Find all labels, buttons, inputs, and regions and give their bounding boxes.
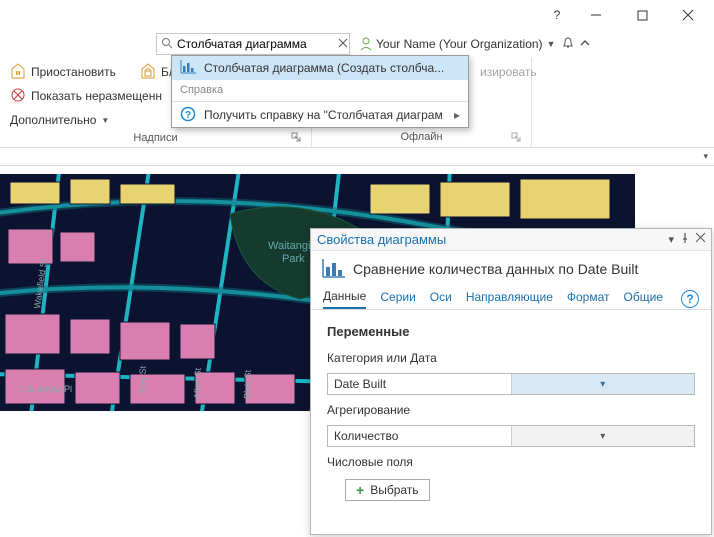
- user-icon: [360, 37, 372, 51]
- category-select[interactable]: Date Built ▾: [327, 373, 695, 395]
- minimize-button[interactable]: [574, 1, 618, 29]
- help-button[interactable]: ?: [542, 1, 572, 29]
- section-variables: Переменные: [327, 324, 695, 339]
- svg-text:?: ?: [185, 110, 191, 121]
- suggestion-bar-chart[interactable]: Столбчатая диаграмма (Создать столбча...: [172, 56, 468, 80]
- aggregation-value: Количество: [328, 429, 511, 443]
- group-labels-label: Надписи: [133, 132, 177, 144]
- choose-label: Выбрать: [370, 483, 418, 497]
- command-search[interactable]: [156, 33, 350, 55]
- tab-general[interactable]: Общие: [624, 290, 663, 308]
- suggestion-label: Столбчатая диаграмма (Создать столбча...: [204, 61, 444, 75]
- aggregation-select[interactable]: Количество ▾: [327, 425, 695, 447]
- dialog-launcher-icon[interactable]: [291, 132, 301, 145]
- pane-menu-icon[interactable]: ▾: [668, 233, 674, 246]
- chevron-right-icon: ▸: [454, 108, 460, 122]
- unplaced-label: Показать неразмещенн: [31, 89, 162, 103]
- lock-icon: [140, 63, 156, 82]
- pane-title: Свойства диаграммы: [317, 232, 446, 247]
- quick-access-bar: ▾: [0, 148, 714, 166]
- search-suggestions-dropdown: Столбчатая диаграмма (Создать столбча...…: [171, 55, 469, 128]
- chevron-down-icon: ▼: [101, 116, 109, 125]
- numeric-fields-label: Числовые поля: [327, 455, 695, 469]
- divider: [172, 101, 468, 102]
- category-value: Date Built: [328, 377, 511, 391]
- user-label: Your Name (Your Organization): [376, 37, 543, 51]
- window-titlebar: ?: [0, 0, 714, 30]
- pane-tabs: Данные Серии Оси Направляющие Формат Общ…: [311, 283, 711, 310]
- svg-text:Allen St: Allen St: [192, 367, 203, 399]
- svg-text:Courtenay Pl: Courtenay Pl: [20, 384, 72, 394]
- tab-format[interactable]: Формат: [567, 290, 610, 308]
- tab-guides[interactable]: Направляющие: [466, 290, 553, 308]
- unplaced-icon: [10, 87, 26, 106]
- svg-text:Blair St: Blair St: [242, 369, 253, 399]
- svg-text:Park: Park: [282, 253, 305, 265]
- close-pane-icon[interactable]: [696, 233, 705, 246]
- chevron-down-icon[interactable]: ▾: [703, 151, 708, 162]
- chart-title: Сравнение количества данных по Date Buil…: [353, 261, 638, 277]
- tab-data[interactable]: Данные: [323, 289, 366, 309]
- svg-text:Tory St: Tory St: [137, 365, 148, 394]
- plus-icon: +: [356, 483, 364, 497]
- aggregation-label: Агрегирование: [327, 403, 695, 417]
- collapse-ribbon-icon[interactable]: [579, 37, 591, 52]
- maximize-button[interactable]: [620, 1, 664, 29]
- pause-icon: [10, 63, 26, 82]
- pause-label: Приостановить: [31, 65, 116, 79]
- tab-axes[interactable]: Оси: [430, 290, 452, 308]
- chevron-down-icon[interactable]: ▾: [511, 374, 695, 394]
- chevron-down-icon[interactable]: ▾: [511, 426, 695, 446]
- help-label: Получить справку на "Столбчатая диаграм: [204, 108, 443, 122]
- user-menu[interactable]: Your Name (Your Organization) ▼: [360, 37, 555, 51]
- suggestion-heading: Справка: [172, 80, 468, 100]
- group-offline-label: Офлайн: [400, 131, 442, 143]
- pin-icon[interactable]: [680, 233, 690, 246]
- clear-search-icon[interactable]: [336, 37, 350, 51]
- help-icon[interactable]: ?: [681, 290, 699, 308]
- svg-text:Waitangi: Waitangi: [268, 240, 310, 252]
- pane-titlebar: Свойства диаграммы ▾: [311, 229, 711, 251]
- more-label: Дополнительно: [10, 113, 96, 127]
- choose-field-button[interactable]: + Выбрать: [345, 479, 430, 501]
- dialog-launcher-icon[interactable]: [511, 132, 521, 145]
- sync-label: изировать: [480, 65, 537, 79]
- pane-body: Переменные Категория или Дата Date Built…: [311, 310, 711, 515]
- help-circle-icon: ?: [180, 106, 196, 125]
- chart-properties-pane: Свойства диаграммы ▾ Сравнение количеств…: [310, 228, 712, 535]
- user-dropdown-icon: ▼: [547, 39, 556, 49]
- category-label: Категория или Дата: [327, 351, 695, 365]
- suggestion-help[interactable]: ? Получить справку на "Столбчатая диагра…: [172, 103, 468, 127]
- bar-chart-icon: [321, 259, 345, 279]
- close-button[interactable]: [666, 1, 710, 29]
- command-row: Your Name (Your Organization) ▼: [0, 30, 714, 58]
- search-icon: [161, 37, 173, 52]
- notifications-icon[interactable]: [561, 36, 575, 53]
- tab-series[interactable]: Серии: [380, 290, 415, 308]
- pane-header: Сравнение количества данных по Date Buil…: [311, 251, 711, 283]
- search-input[interactable]: [177, 35, 332, 53]
- bar-chart-icon: [180, 60, 196, 77]
